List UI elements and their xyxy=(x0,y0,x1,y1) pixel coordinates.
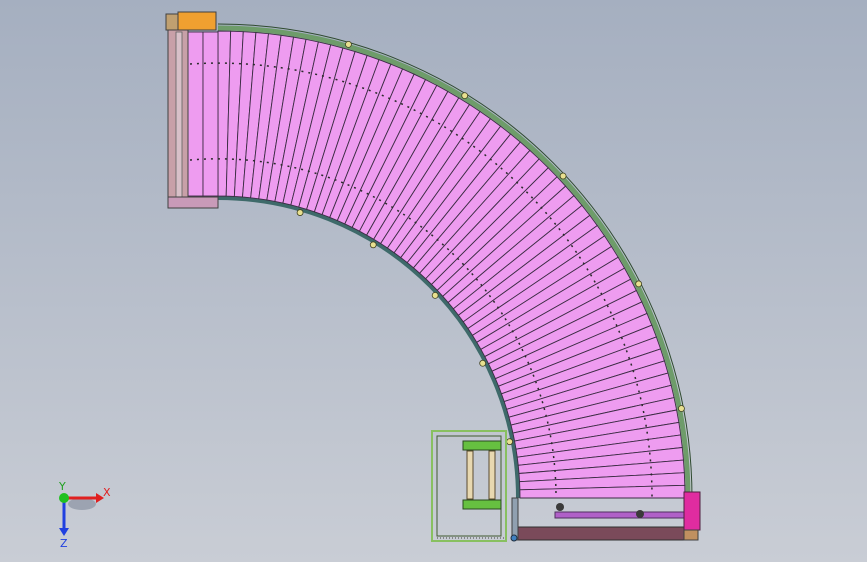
roller-group xyxy=(187,30,686,499)
rail-bolt-outer xyxy=(345,40,352,48)
stand-bracket-top xyxy=(462,440,502,451)
cad-viewport[interactable]: X Y Z xyxy=(0,0,867,562)
triad-z-label: Z xyxy=(60,537,68,550)
exit-roller-bearing xyxy=(556,503,564,511)
stand-strut-left xyxy=(466,450,474,500)
coordinate-triad: X Y Z xyxy=(58,480,111,550)
rail-bolt-inner xyxy=(506,438,514,446)
conveyor-roller[interactable] xyxy=(202,31,219,197)
triad-shadow xyxy=(68,498,96,510)
exit-end-plate[interactable] xyxy=(511,497,519,541)
exit-roller-bearing xyxy=(636,510,644,518)
rail-bolt-outer xyxy=(461,92,469,100)
rail-bolt-inner xyxy=(479,359,487,367)
drive-motor[interactable] xyxy=(683,491,701,531)
exit-base-rail[interactable] xyxy=(513,526,689,541)
entry-base-foot[interactable] xyxy=(167,196,219,209)
stand-bracket-bottom xyxy=(462,499,502,510)
stand-strut-right xyxy=(488,450,496,500)
triad-z-arrowhead xyxy=(59,528,69,536)
triad-y-label: Y xyxy=(58,480,66,493)
rail-bolt-inner xyxy=(369,241,377,249)
rail-bolt-inner xyxy=(431,291,439,299)
entry-bracket-cap xyxy=(165,13,179,31)
rail-bolt-outer xyxy=(635,280,643,288)
exit-base-bolt xyxy=(510,534,518,542)
drive-motor-foot xyxy=(683,529,699,541)
conveyor-model[interactable] xyxy=(0,0,867,562)
rail-bolt-outer xyxy=(678,405,685,412)
entry-drive-bracket[interactable] xyxy=(177,11,217,31)
rail-bolt-inner xyxy=(296,209,304,216)
entry-end-plate-rod xyxy=(175,31,183,199)
rail-bolt-outer xyxy=(559,172,567,180)
triad-y-axis-dot xyxy=(59,493,69,503)
triad-x-label: X xyxy=(103,486,111,499)
conveyor-roller[interactable] xyxy=(187,31,204,197)
exit-drive-shaft[interactable] xyxy=(554,511,686,519)
